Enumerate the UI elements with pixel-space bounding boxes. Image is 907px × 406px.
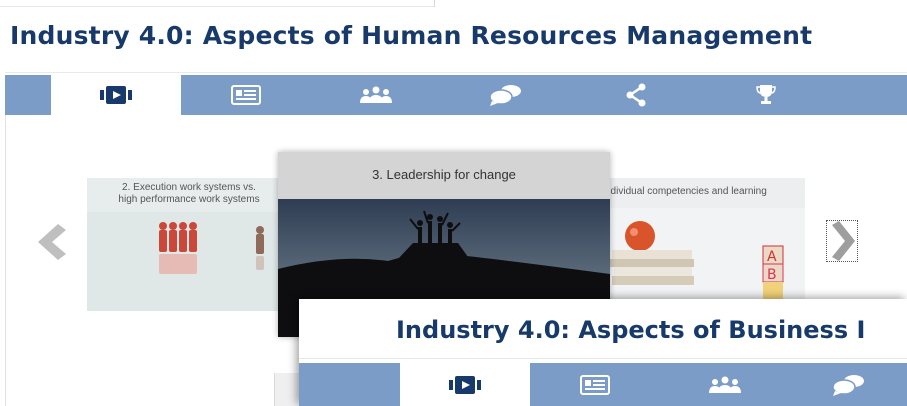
card-caption-line1: 2. Execution work systems vs. [122,182,256,193]
chat-bubbles-icon [489,85,521,106]
overlay-title-divider [299,358,907,359]
overlay-page-title: Industry 4.0: Aspects of Business I [396,316,866,344]
svg-text:A: A [767,249,777,265]
tab-chat[interactable] [441,75,571,115]
group-icon [360,86,392,103]
page-title: Industry 4.0: Aspects of Human Resources… [10,21,813,50]
chat-bubbles-icon [831,374,864,396]
overlay-tab-bar [299,363,907,406]
share-icon [626,83,646,107]
chevron-right-icon [832,221,855,261]
carousel-card-4[interactable]: ndividual competencies and learning A B [600,178,805,300]
top-edge [0,0,907,8]
card-caption: ndividual competencies and learning [600,178,805,208]
overlay-tab-chat[interactable] [790,363,907,406]
newspaper-icon [231,85,261,105]
overlay-tab-people[interactable] [660,363,790,406]
card-caption: 3. Leadership for change [278,152,610,199]
content-left-border [5,115,6,406]
chevron-left-icon [38,224,66,260]
apple-books-blocks-image: A B [600,208,805,300]
newspaper-icon [580,374,610,395]
tab-share[interactable] [571,75,701,115]
pawns-image [87,212,291,311]
trophy-icon [756,85,776,104]
video-icon [449,375,481,394]
background-window-edge [274,373,300,406]
svg-text:B: B [767,267,777,283]
video-icon [100,86,132,104]
tab-video[interactable] [51,75,181,115]
carousel-prev-button[interactable] [34,220,68,264]
title-divider [5,72,907,73]
card-caption: 2. Execution work systems vs. high perfo… [87,178,291,212]
card-caption-line2: high performance work systems [118,194,260,205]
group-icon [709,376,741,393]
carousel-next-button[interactable] [826,220,858,262]
tab-people[interactable] [311,75,441,115]
carousel-card-2[interactable]: 2. Execution work systems vs. high perfo… [87,178,291,311]
tab-text[interactable] [181,75,311,115]
overlay-course-window[interactable]: Industry 4.0: Aspects of Business I [299,299,907,406]
app-window: Industry 4.0: Aspects of Human Resources… [0,0,907,406]
overlay-tab-text[interactable] [530,363,660,406]
tab-trophy[interactable] [701,75,831,115]
tab-bar [5,75,907,115]
overlay-tab-video[interactable] [400,363,530,406]
